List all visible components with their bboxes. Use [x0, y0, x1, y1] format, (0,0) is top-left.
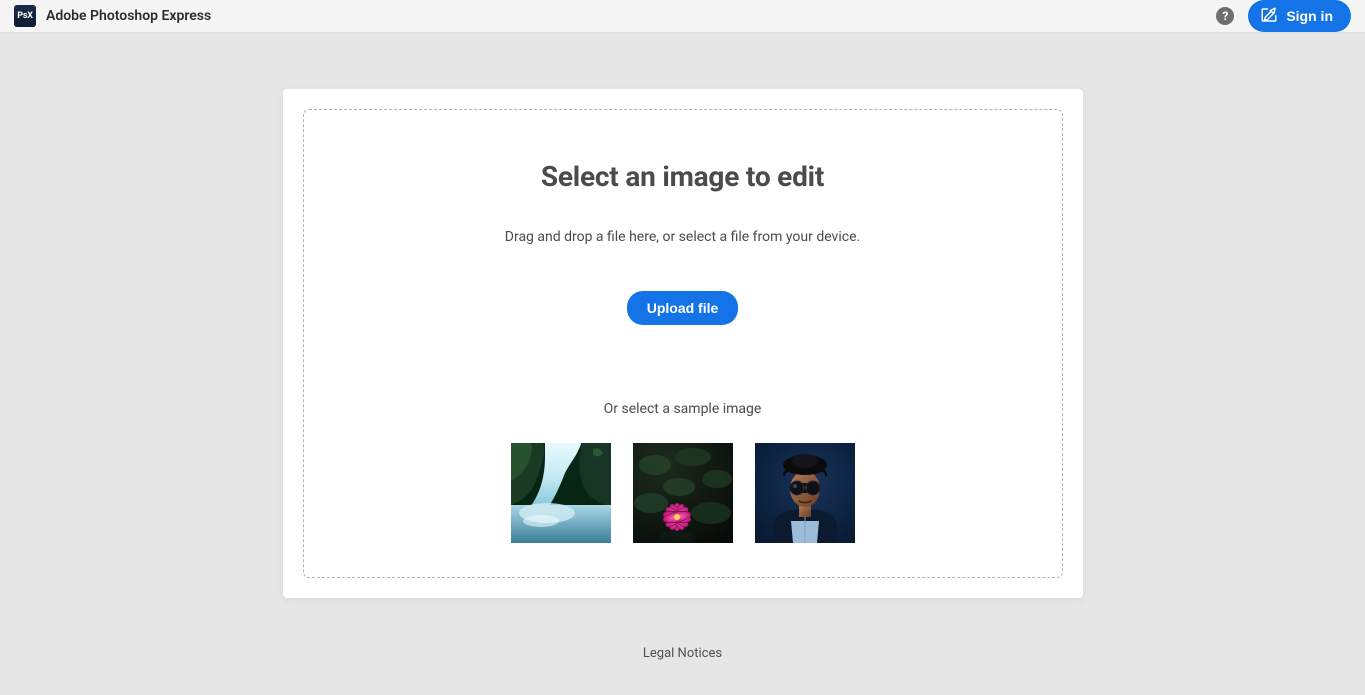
legal-notices-label: Legal Notices — [643, 646, 722, 661]
app-logo-text: PsX — [17, 11, 33, 21]
app-header-left: PsX Adobe Photoshop Express — [14, 5, 211, 27]
sample-row — [344, 443, 1022, 543]
dropzone-title: Select an image to edit — [344, 160, 1022, 193]
signin-button[interactable]: Sign in — [1248, 0, 1351, 32]
app-title: Adobe Photoshop Express — [46, 8, 211, 24]
sample-label: Or select a sample image — [344, 401, 1022, 417]
sample-image-lotus[interactable] — [633, 443, 733, 543]
app-header-right: ? Sign in — [1216, 0, 1351, 32]
legal-notices-link[interactable]: Legal Notices — [0, 638, 1365, 665]
signin-icon — [1260, 6, 1278, 27]
help-icon[interactable]: ? — [1216, 7, 1234, 25]
upload-button[interactable]: Upload file — [627, 291, 739, 325]
upload-button-label: Upload file — [647, 300, 719, 316]
dropzone-subtitle: Drag and drop a file here, or select a f… — [344, 229, 1022, 245]
help-glyph: ? — [1222, 9, 1228, 23]
main-stage: Select an image to edit Drag and drop a … — [0, 33, 1365, 695]
upload-card: Select an image to edit Drag and drop a … — [283, 89, 1083, 598]
sample-image-waterfall[interactable] — [511, 443, 611, 543]
signin-label: Sign in — [1286, 8, 1333, 24]
dropzone[interactable]: Select an image to edit Drag and drop a … — [303, 109, 1063, 578]
app-logo-icon: PsX — [14, 5, 36, 27]
app-header: PsX Adobe Photoshop Express ? Sign in — [0, 0, 1365, 33]
sample-image-portrait[interactable] — [755, 443, 855, 543]
